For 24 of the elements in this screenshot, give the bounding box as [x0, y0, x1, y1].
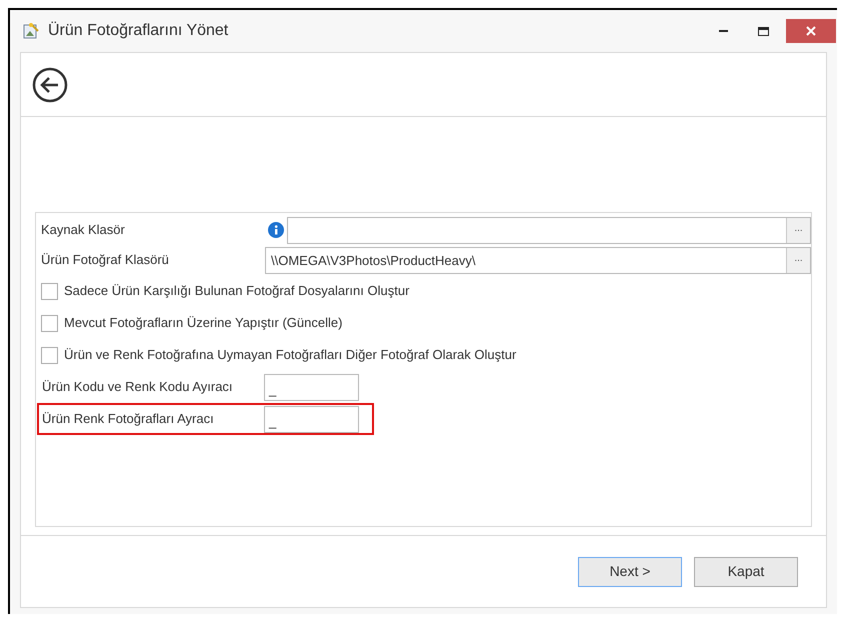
field-label: Ürün Kodu ve Renk Kodu Ayıracı: [42, 378, 234, 396]
photo-wand-icon: [22, 22, 40, 40]
checkbox[interactable]: [41, 314, 58, 332]
checkbox-label: Ürün ve Renk Fotoğrafına Uymayan Fotoğrafları Diğer Fotoğraf Olarak Oluştur: [64, 346, 516, 364]
path-field[interactable]: \\OMEGA\V3Photos\ProductHeavy\ ...: [265, 246, 811, 274]
window-title: Ürün Fotoğraflarını Yönet: [48, 20, 228, 41]
checkbox-label: Sadece Ürün Karşılığı Bulunan Fotoğraf Dosyalarını Oluştur: [64, 282, 410, 300]
field-label: Ürün Fotoğraf Klasörü: [41, 251, 170, 270]
close-icon: [806, 26, 816, 36]
browse-button[interactable]: ...: [786, 248, 810, 272]
back-button[interactable]: [32, 66, 68, 102]
separator-field[interactable]: _: [264, 374, 359, 400]
close-button[interactable]: [786, 19, 836, 43]
browse-button[interactable]: ...: [786, 218, 810, 242]
checkbox[interactable]: [41, 282, 58, 300]
checkbox[interactable]: [41, 346, 58, 364]
field-label: Ürün Renk Fotoğrafları Ayracı: [42, 410, 215, 428]
path-field[interactable]: ...: [286, 216, 811, 244]
info-icon: [268, 222, 284, 238]
separator-field[interactable]: _: [264, 406, 359, 432]
checkbox-label: Mevcut Fotoğrafların Üzerine Yapıştır (Güncelle): [64, 314, 342, 332]
field-label: Kaynak Klasör: [41, 221, 126, 240]
dialog-button[interactable]: Next >: [578, 556, 682, 586]
dialog-button[interactable]: Kapat: [694, 556, 798, 586]
